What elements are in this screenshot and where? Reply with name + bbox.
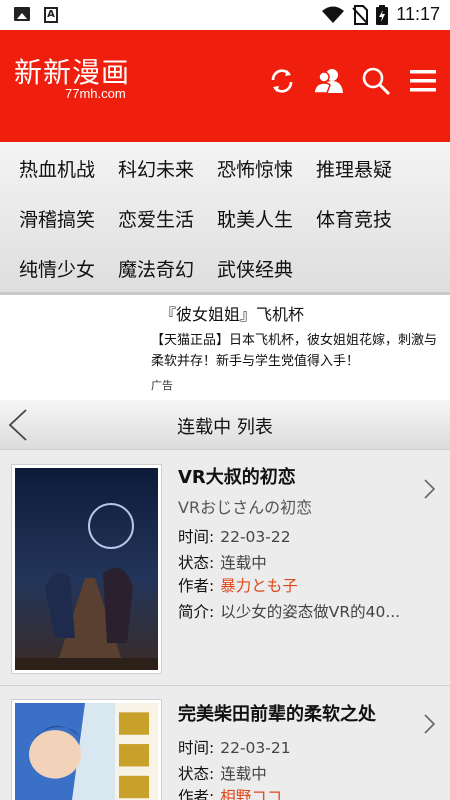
ad-body: 【天猫正品】日本飞机杯，彼女姐姐花嫁，刺激与柔软并存！新手与学生党值得入手！: [151, 333, 438, 369]
comic-original-title: VRおじさんの初恋: [178, 498, 313, 517]
menu-icon[interactable]: [408, 66, 438, 96]
list-title: 连载中 列表: [177, 417, 273, 438]
author-label: 作者:: [178, 577, 215, 595]
app-header: 新新漫画 77mh.com: [0, 30, 450, 142]
category-item[interactable]: 纯情少女: [19, 255, 95, 282]
comic-list-item[interactable]: 完美柴田前辈的柔软之处 时间: 22-03-21 状态: 连载中 作者: 相野ココ: [0, 687, 450, 800]
time-label: 时间:: [178, 739, 215, 757]
time-label: 时间:: [178, 528, 215, 546]
ad-title: 『彼女姐姐』飞机杯: [160, 305, 305, 324]
status-value: 连载中: [220, 765, 267, 783]
comic-title[interactable]: VR大叔的初恋: [178, 463, 296, 489]
intro-value: 以少女的姿态做VR的40...: [220, 603, 401, 621]
author-link[interactable]: 暴力とも子: [220, 577, 298, 595]
status-bar: A 11:17: [0, 0, 450, 30]
category-item[interactable]: 恋爱生活: [118, 205, 194, 232]
site-logo[interactable]: 新新漫画 77mh.com: [14, 56, 130, 101]
category-item[interactable]: 耽美人生: [217, 205, 293, 232]
status-label: 状态:: [178, 554, 215, 572]
comic-cover[interactable]: [11, 699, 162, 800]
category-item[interactable]: 体育竞技: [316, 205, 392, 232]
category-item[interactable]: 恐怖惊悚: [217, 155, 293, 182]
synopsis: 简介: 以少女的姿态做VR的40...: [178, 600, 400, 622]
category-item[interactable]: 科幻未来: [118, 155, 194, 182]
category-grid: 热血机战 科幻未来 恐怖惊悚 推理悬疑 滑稽搞笑 恋爱生活 耽美人生 体育竞技 …: [0, 142, 450, 292]
update-time: 时间: 22-03-22: [178, 525, 291, 547]
logo-domain: 77mh.com: [65, 86, 126, 101]
wifi-icon: [322, 6, 345, 23]
status-value: 连载中: [220, 554, 267, 572]
category-item[interactable]: 热血机战: [19, 155, 95, 182]
user-icon[interactable]: [313, 66, 344, 96]
image-icon: [14, 7, 30, 21]
list-title-bar: 连载中 列表: [0, 400, 450, 450]
category-item[interactable]: 滑稽搞笑: [19, 205, 95, 232]
category-item[interactable]: 推理悬疑: [316, 155, 392, 182]
battery-icon: [376, 4, 389, 25]
comic-cover[interactable]: [11, 464, 162, 674]
status-label: 状态:: [178, 765, 215, 783]
status: 状态: 连载中: [178, 762, 267, 784]
a-box-icon: A: [44, 7, 58, 23]
category-item[interactable]: 武侠经典: [217, 255, 293, 282]
ad-banner[interactable]: 『彼女姐姐』飞机杯 【天猫正品】日本飞机杯，彼女姐姐花嫁，刺激与柔软并存！新手与…: [0, 295, 450, 400]
status: 状态: 连载中: [178, 551, 267, 573]
search-icon[interactable]: [361, 66, 391, 96]
author: 作者: 相野ココ: [178, 785, 282, 800]
comic-title[interactable]: 完美柴田前辈的柔软之处: [178, 700, 376, 726]
intro-label: 简介:: [178, 603, 215, 621]
chevron-right-icon[interactable]: [422, 713, 436, 735]
refresh-icon[interactable]: [267, 66, 297, 96]
time-value: 22-03-21: [220, 739, 291, 757]
no-sim-icon: [352, 4, 369, 25]
comic-list-item[interactable]: VR大叔的初恋 VRおじさんの初恋 时间: 22-03-22 状态: 连载中 作者:…: [0, 450, 450, 686]
logo-title: 新新漫画: [14, 56, 131, 89]
update-time: 时间: 22-03-21: [178, 736, 291, 758]
clock: 11:17: [396, 4, 440, 24]
author-label: 作者:: [178, 788, 215, 800]
author-link[interactable]: 相野ココ: [220, 788, 282, 800]
chevron-right-icon[interactable]: [422, 478, 436, 500]
ad-label: 广告: [151, 379, 173, 392]
category-item[interactable]: 魔法奇幻: [118, 255, 194, 282]
time-value: 22-03-22: [220, 528, 291, 546]
author: 作者: 暴力とも子: [178, 574, 298, 596]
